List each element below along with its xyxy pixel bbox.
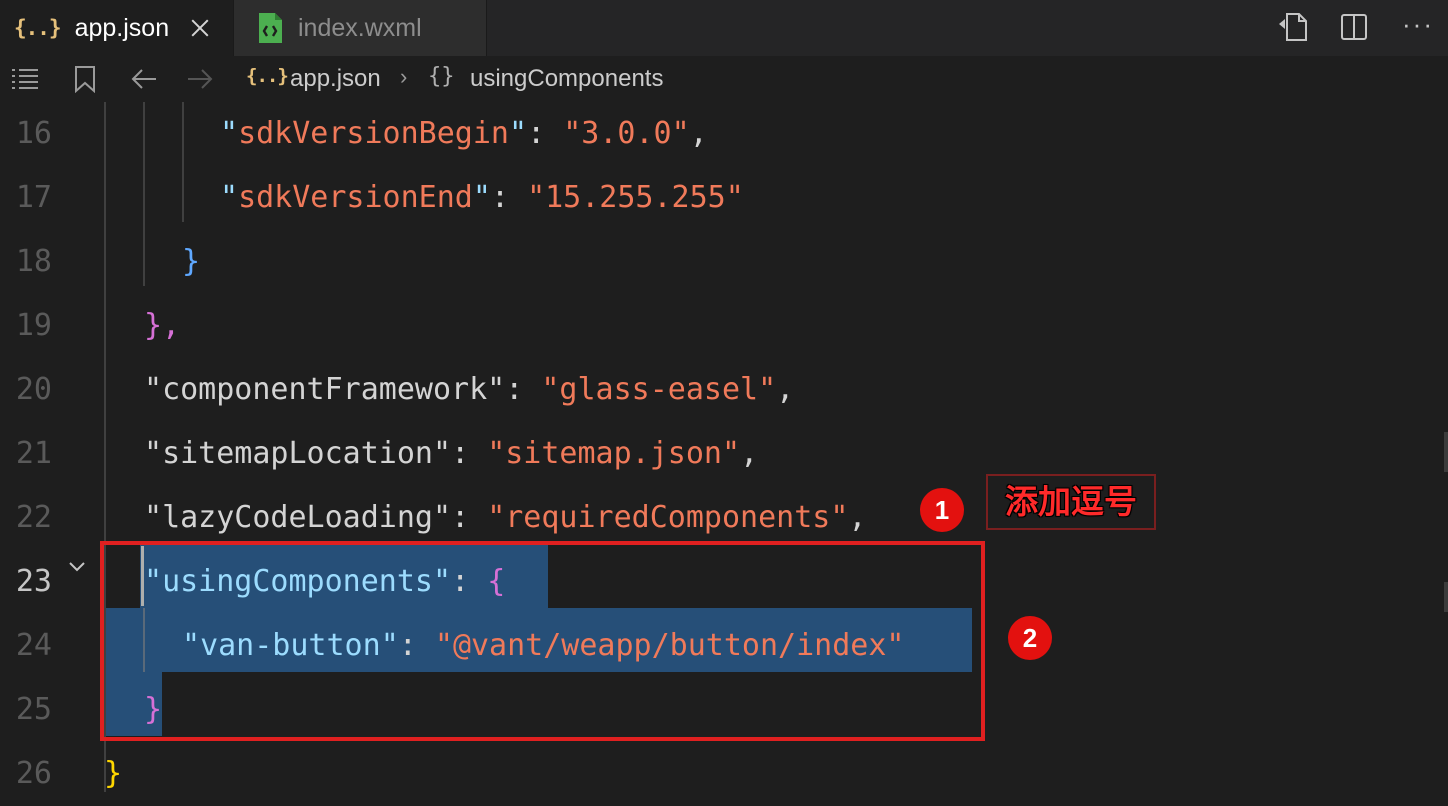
json-file-icon: {..} — [14, 16, 62, 40]
line-number: 16 — [15, 116, 52, 151]
line-number: 17 — [15, 180, 52, 215]
line-content: "sdkVersionEnd": "15.255.255" — [220, 180, 744, 215]
tab-label: app.json — [74, 13, 170, 42]
highlight-box — [100, 541, 985, 741]
code-line[interactable]: 19 }, — [0, 294, 1448, 358]
tab-app-json[interactable]: {..} app.json — [0, 0, 233, 56]
open-changes-icon[interactable] — [1276, 10, 1310, 44]
json-file-icon: {..} — [246, 65, 289, 87]
line-content: "componentFramework": "glass-easel", — [144, 372, 795, 407]
line-number: 18 — [15, 244, 52, 279]
line-number: 20 — [15, 372, 52, 407]
bookmark-icon[interactable] — [74, 65, 96, 93]
json-value: 15.255.255 — [545, 180, 726, 215]
line-content: } — [182, 244, 201, 279]
tab-bar: {..} app.json index.wxml ··· — [0, 0, 1448, 56]
code-line[interactable]: 18 } — [0, 230, 1448, 294]
tab-index-wxml[interactable]: index.wxml — [233, 0, 487, 56]
code-line[interactable]: 17 "sdkVersionEnd": "15.255.255" — [0, 166, 1448, 230]
json-key: sitemapLocation — [162, 436, 433, 471]
object-icon: {} — [428, 64, 455, 89]
code-line[interactable]: 16 "sdkVersionBegin": "3.0.0", — [0, 102, 1448, 166]
code-line[interactable]: 21 "sitemapLocation": "sitemap.json", — [0, 422, 1448, 486]
line-number: 26 — [15, 756, 52, 791]
step-badge-2: 2 — [1008, 616, 1052, 660]
wxml-file-icon — [259, 13, 282, 43]
scrollbar-marker[interactable] — [1444, 432, 1448, 472]
line-number: 22 — [15, 500, 52, 535]
split-editor-icon[interactable] — [1337, 10, 1371, 44]
json-key: sdkVersionEnd — [238, 180, 473, 215]
json-key: lazyCodeLoading — [162, 500, 433, 535]
json-value: glass-easel — [559, 372, 759, 407]
line-number: 23 — [15, 564, 52, 599]
line-number: 19 — [15, 308, 52, 343]
tab-label: index.wxml — [298, 13, 422, 42]
line-number: 24 — [15, 628, 52, 663]
breadcrumb-symbol[interactable]: usingComponents — [470, 65, 663, 93]
code-line[interactable]: 26 } — [0, 742, 1448, 806]
more-actions-icon[interactable]: ··· — [1402, 11, 1434, 37]
line-number: 21 — [15, 436, 52, 471]
json-key: sdkVersionBegin — [238, 116, 509, 151]
code-line[interactable]: 20 "componentFramework": "glass-easel", — [0, 358, 1448, 422]
breadcrumb-file[interactable]: app.json — [290, 65, 381, 93]
chevron-right-icon: › — [400, 64, 408, 89]
close-icon[interactable] — [184, 12, 216, 44]
json-value: 3.0.0 — [581, 116, 672, 151]
line-content: } — [104, 756, 123, 791]
line-content: }, — [144, 308, 181, 343]
forward-arrow-icon[interactable] — [186, 68, 214, 90]
breadcrumb: {..} app.json › {} usingComponents — [0, 56, 1448, 102]
json-value: requiredComponents — [505, 500, 831, 535]
line-content: "sitemapLocation": "sitemap.json", — [144, 436, 759, 471]
json-key: componentFramework — [162, 372, 488, 407]
step-badge-1: 1 — [920, 488, 964, 532]
scrollbar-marker[interactable] — [1444, 582, 1448, 612]
fold-chevron-down-icon[interactable] — [68, 558, 86, 576]
line-number: 25 — [15, 692, 52, 727]
outline-list-icon[interactable] — [10, 66, 40, 92]
json-value: sitemap.json — [505, 436, 722, 471]
annotation-note: 添加逗号 — [986, 474, 1156, 530]
back-arrow-icon[interactable] — [130, 68, 158, 90]
line-content: "sdkVersionBegin": "3.0.0", — [220, 116, 708, 151]
